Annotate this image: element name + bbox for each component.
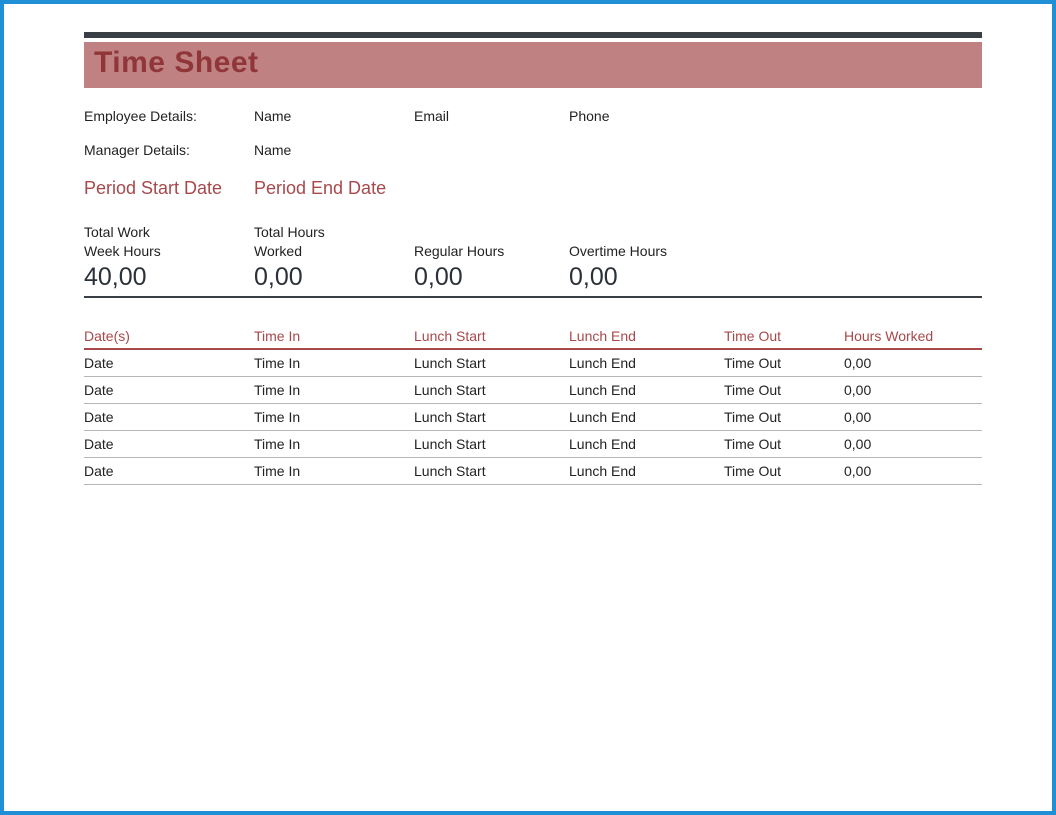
cell-date[interactable]: Date bbox=[84, 355, 254, 371]
cell-time-out[interactable]: Time Out bbox=[724, 382, 844, 398]
cell-date[interactable]: Date bbox=[84, 409, 254, 425]
header-top-rule bbox=[84, 32, 982, 38]
summary-row: Total WorkWeek Hours 40,00 Total HoursWo… bbox=[84, 223, 982, 298]
cell-hours-worked: 0,00 bbox=[844, 355, 964, 371]
page-title: Time Sheet bbox=[94, 46, 972, 80]
timesheet-table: Date(s) Time In Lunch Start Lunch End Ti… bbox=[84, 328, 982, 485]
employee-email-field[interactable]: Email bbox=[414, 108, 569, 124]
table-row: DateTime InLunch StartLunch EndTime Out0… bbox=[84, 431, 982, 458]
manager-details-row: Manager Details: Name bbox=[84, 142, 982, 158]
col-header-lunch-end: Lunch End bbox=[569, 328, 724, 344]
col-header-hours-worked: Hours Worked bbox=[844, 328, 964, 344]
regular-hours-label: Regular Hours bbox=[414, 223, 554, 261]
total-week-value: 40,00 bbox=[84, 263, 239, 292]
period-row: Period Start Date Period End Date bbox=[84, 178, 982, 199]
cell-lunch-end[interactable]: Lunch End bbox=[569, 382, 724, 398]
col-header-time-in: Time In bbox=[254, 328, 414, 344]
cell-lunch-end[interactable]: Lunch End bbox=[569, 463, 724, 479]
employee-details-row: Employee Details: Name Email Phone bbox=[84, 108, 982, 124]
cell-time-in[interactable]: Time In bbox=[254, 436, 414, 452]
cell-hours-worked: 0,00 bbox=[844, 409, 964, 425]
manager-name-field[interactable]: Name bbox=[254, 142, 414, 158]
cell-time-in[interactable]: Time In bbox=[254, 463, 414, 479]
employee-details-label: Employee Details: bbox=[84, 108, 254, 124]
employee-phone-field[interactable]: Phone bbox=[569, 108, 724, 124]
cell-lunch-start[interactable]: Lunch Start bbox=[414, 463, 569, 479]
period-start-label[interactable]: Period Start Date bbox=[84, 178, 222, 198]
cell-time-out[interactable]: Time Out bbox=[724, 436, 844, 452]
cell-hours-worked: 0,00 bbox=[844, 382, 964, 398]
table-body: DateTime InLunch StartLunch EndTime Out0… bbox=[84, 350, 982, 485]
total-worked-label: Total HoursWorked bbox=[254, 223, 399, 261]
col-header-time-out: Time Out bbox=[724, 328, 844, 344]
employee-name-field[interactable]: Name bbox=[254, 108, 414, 124]
cell-time-out[interactable]: Time Out bbox=[724, 409, 844, 425]
cell-lunch-end[interactable]: Lunch End bbox=[569, 355, 724, 371]
cell-lunch-end[interactable]: Lunch End bbox=[569, 409, 724, 425]
cell-time-in[interactable]: Time In bbox=[254, 409, 414, 425]
table-row: DateTime InLunch StartLunch EndTime Out0… bbox=[84, 458, 982, 485]
cell-lunch-end[interactable]: Lunch End bbox=[569, 436, 724, 452]
cell-time-out[interactable]: Time Out bbox=[724, 355, 844, 371]
title-bar: Time Sheet bbox=[84, 42, 982, 88]
cell-time-in[interactable]: Time In bbox=[254, 355, 414, 371]
period-end-label[interactable]: Period End Date bbox=[254, 178, 386, 198]
cell-lunch-start[interactable]: Lunch Start bbox=[414, 355, 569, 371]
total-week-label: Total WorkWeek Hours bbox=[84, 223, 239, 261]
overtime-hours-label: Overtime Hours bbox=[569, 223, 709, 261]
regular-hours-value: 0,00 bbox=[414, 263, 554, 292]
total-worked-value: 0,00 bbox=[254, 263, 399, 292]
cell-date[interactable]: Date bbox=[84, 436, 254, 452]
manager-details-label: Manager Details: bbox=[84, 142, 254, 158]
details-section: Employee Details: Name Email Phone Manag… bbox=[84, 108, 982, 158]
table-header-row: Date(s) Time In Lunch Start Lunch End Ti… bbox=[84, 328, 982, 350]
overtime-hours-value: 0,00 bbox=[569, 263, 709, 292]
document-content: Time Sheet Employee Details: Name Email … bbox=[4, 4, 1052, 485]
col-header-lunch-start: Lunch Start bbox=[414, 328, 569, 344]
page-frame: Time Sheet Employee Details: Name Email … bbox=[0, 0, 1056, 815]
cell-date[interactable]: Date bbox=[84, 382, 254, 398]
col-header-dates: Date(s) bbox=[84, 328, 254, 344]
cell-lunch-start[interactable]: Lunch Start bbox=[414, 436, 569, 452]
cell-lunch-start[interactable]: Lunch Start bbox=[414, 382, 569, 398]
table-row: DateTime InLunch StartLunch EndTime Out0… bbox=[84, 377, 982, 404]
cell-lunch-start[interactable]: Lunch Start bbox=[414, 409, 569, 425]
cell-date[interactable]: Date bbox=[84, 463, 254, 479]
cell-hours-worked: 0,00 bbox=[844, 463, 964, 479]
cell-hours-worked: 0,00 bbox=[844, 436, 964, 452]
cell-time-in[interactable]: Time In bbox=[254, 382, 414, 398]
table-row: DateTime InLunch StartLunch EndTime Out0… bbox=[84, 350, 982, 377]
cell-time-out[interactable]: Time Out bbox=[724, 463, 844, 479]
table-row: DateTime InLunch StartLunch EndTime Out0… bbox=[84, 404, 982, 431]
